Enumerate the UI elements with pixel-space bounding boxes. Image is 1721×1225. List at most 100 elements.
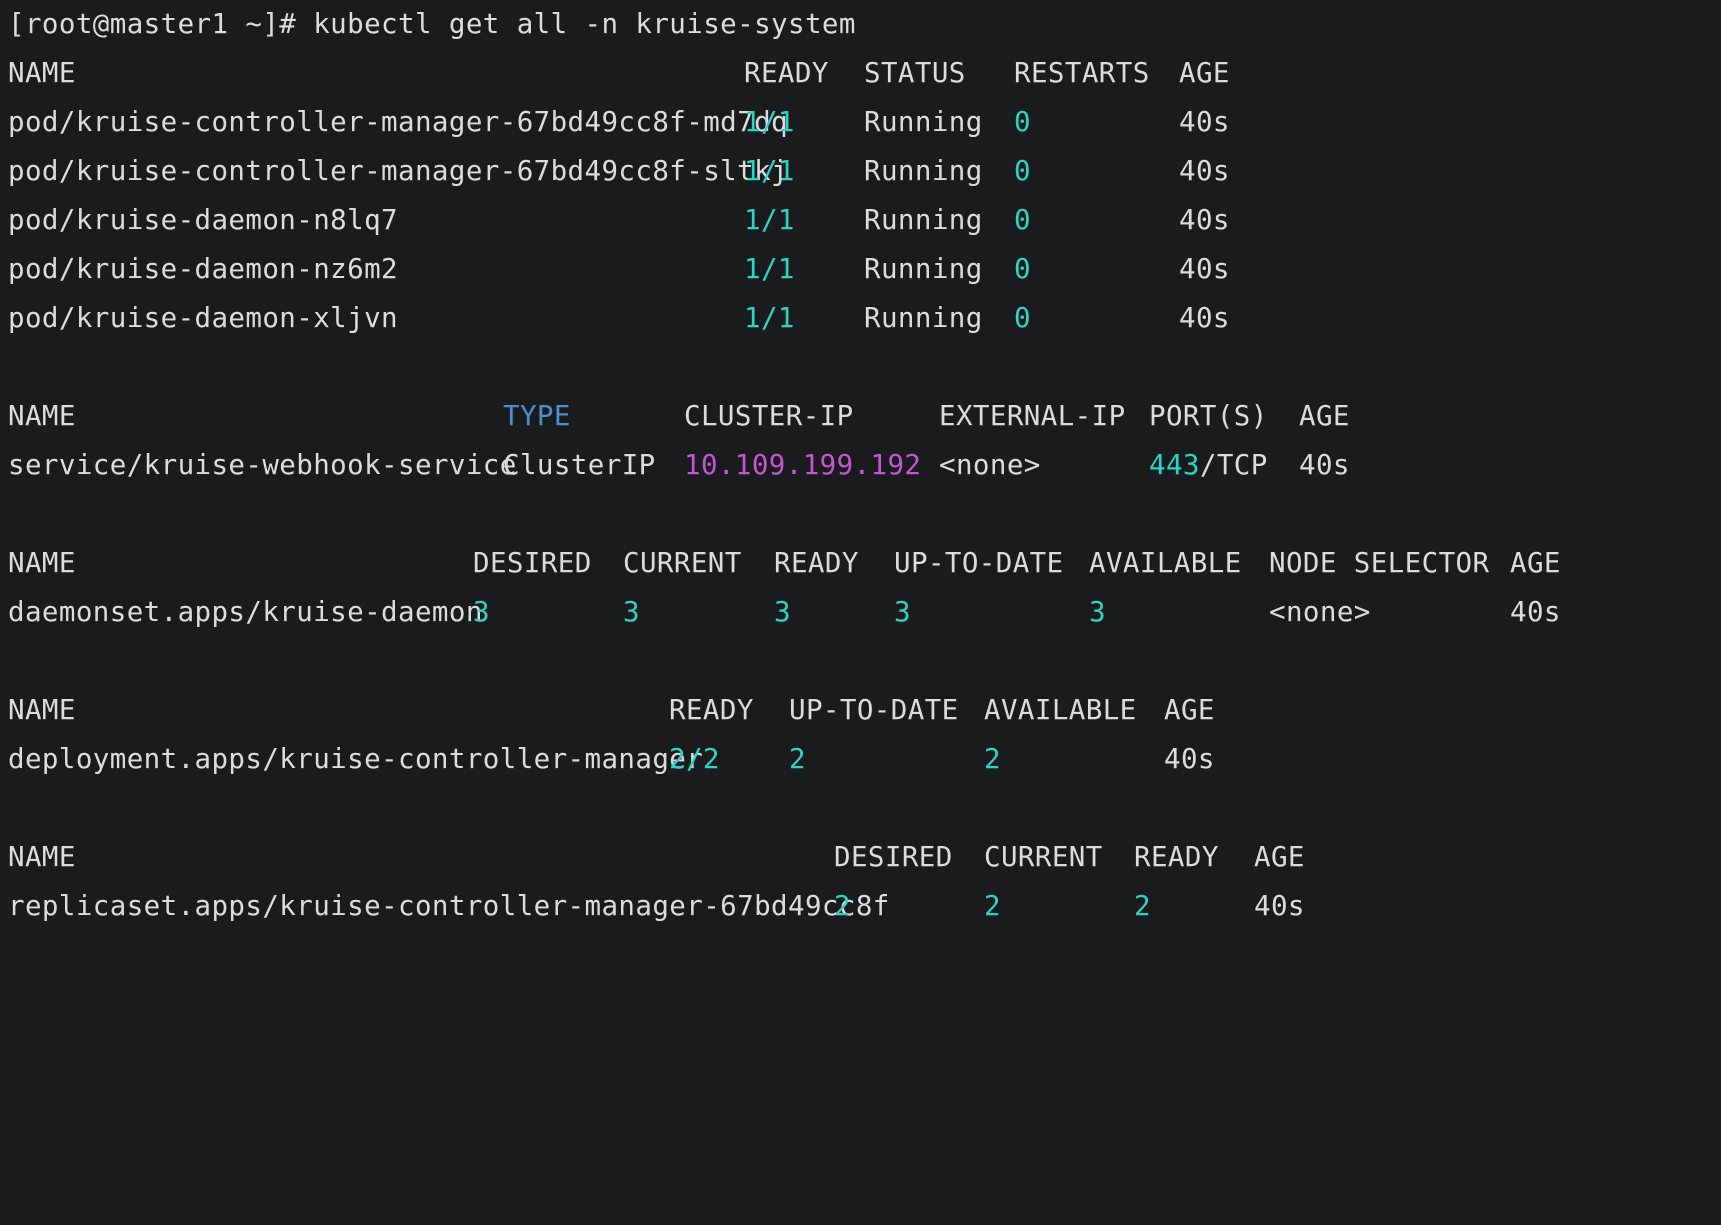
service-type: ClusterIP [503, 449, 656, 481]
deployment-available: 2 [984, 743, 1001, 775]
pod-ready: 1/1 [744, 253, 795, 285]
daemonset-available: 3 [1089, 596, 1106, 628]
deployment-age: 40s [1164, 743, 1215, 775]
services-header-row: NAME TYPE CLUSTER-IP EXTERNAL-IP PORT(S)… [8, 392, 1721, 441]
pods-header-row: NAME READY STATUS RESTARTS AGE [8, 49, 1721, 98]
daemonsets-header-up-to-date: UP-TO-DATE [894, 547, 1064, 579]
deployments-header-name: NAME [8, 694, 76, 726]
pod-row: pod/kruise-controller-manager-67bd49cc8f… [8, 147, 1721, 196]
pod-name: pod/kruise-controller-manager-67bd49cc8f… [8, 106, 788, 138]
pod-status: Running [864, 106, 983, 138]
pod-age: 40s [1179, 155, 1230, 187]
pod-ready: 1/1 [744, 155, 795, 187]
daemonsets-header-current: CURRENT [623, 547, 742, 579]
daemonset-desired: 3 [473, 596, 490, 628]
daemonset-row: daemonset.apps/kruise-daemon 3 3 3 3 3 <… [8, 588, 1721, 637]
pod-ready: 1/1 [744, 302, 795, 334]
pod-ready: 1/1 [744, 106, 795, 138]
service-row: service/kruise-webhook-service ClusterIP… [8, 441, 1721, 490]
deployments-header-available: AVAILABLE [984, 694, 1137, 726]
daemonset-age: 40s [1510, 596, 1561, 628]
terminal-window[interactable]: [root@master1 ~]# kubectl get all -n kru… [0, 0, 1721, 932]
pods-header-ready: READY [744, 57, 829, 89]
replicaset-desired: 2 [834, 890, 851, 922]
pod-restarts: 0 [1014, 253, 1031, 285]
services-header-name: NAME [8, 400, 76, 432]
deployments-header-up-to-date: UP-TO-DATE [789, 694, 959, 726]
pod-row: pod/kruise-controller-manager-67bd49cc8f… [8, 98, 1721, 147]
pod-name: pod/kruise-daemon-nz6m2 [8, 253, 398, 285]
services-header-age: AGE [1299, 400, 1350, 432]
pod-name: pod/kruise-daemon-xljvn [8, 302, 398, 334]
service-name: service/kruise-webhook-service [8, 449, 517, 481]
pod-name: pod/kruise-daemon-n8lq7 [8, 204, 398, 236]
service-external-ip: <none> [939, 449, 1041, 481]
daemonset-name: daemonset.apps/kruise-daemon [8, 596, 483, 628]
replicaset-age: 40s [1254, 890, 1305, 922]
pod-age: 40s [1179, 302, 1230, 334]
replicaset-ready: 2 [1134, 890, 1151, 922]
pod-status: Running [864, 204, 983, 236]
services-header-ports: PORT(S) [1149, 400, 1268, 432]
pods-header-restarts: RESTARTS [1014, 57, 1150, 89]
deployment-ready: 2/2 [669, 743, 720, 775]
daemonset-ready: 3 [774, 596, 791, 628]
daemonsets-header-ready: READY [774, 547, 859, 579]
pod-row: pod/kruise-daemon-n8lq7 1/1 Running 0 40… [8, 196, 1721, 245]
replicasets-header-current: CURRENT [984, 841, 1103, 873]
pods-header-status: STATUS [864, 57, 966, 89]
replicaset-current: 2 [984, 890, 1001, 922]
daemonsets-header-age: AGE [1510, 547, 1561, 579]
deployment-up-to-date: 2 [789, 743, 806, 775]
pods-header-name: NAME [8, 57, 76, 89]
pod-age: 40s [1179, 253, 1230, 285]
pod-ready: 1/1 [744, 204, 795, 236]
daemonset-node-selector: <none> [1269, 596, 1371, 628]
pod-restarts: 0 [1014, 106, 1031, 138]
pod-restarts: 0 [1014, 155, 1031, 187]
services-header-cluster-ip: CLUSTER-IP [684, 400, 854, 432]
deployments-header-ready: READY [669, 694, 754, 726]
replicaset-row: replicaset.apps/kruise-controller-manage… [8, 882, 1721, 931]
services-header-type: TYPE [503, 400, 571, 432]
service-cluster-ip: 10.109.199.192 [684, 449, 922, 481]
pod-name: pod/kruise-controller-manager-67bd49cc8f… [8, 155, 788, 187]
service-port-protocol: /TCP [1199, 449, 1268, 481]
pod-restarts: 0 [1014, 302, 1031, 334]
command-prompt-line: [root@master1 ~]# kubectl get all -n kru… [8, 0, 1721, 49]
command-text: [root@master1 ~]# kubectl get all -n kru… [8, 8, 856, 40]
replicasets-header-row: NAME DESIRED CURRENT READY AGE [8, 833, 1721, 882]
service-age: 40s [1299, 449, 1350, 481]
pod-age: 40s [1179, 204, 1230, 236]
deployments-header-age: AGE [1164, 694, 1215, 726]
service-port-number: 443 [1149, 449, 1200, 481]
service-ports: 443/TCP [1149, 441, 1268, 490]
pod-restarts: 0 [1014, 204, 1031, 236]
pod-age: 40s [1179, 106, 1230, 138]
replicasets-header-name: NAME [8, 841, 76, 873]
daemonsets-header-available: AVAILABLE [1089, 547, 1242, 579]
deployments-header-row: NAME READY UP-TO-DATE AVAILABLE AGE [8, 686, 1721, 735]
pod-status: Running [864, 155, 983, 187]
deployment-row: deployment.apps/kruise-controller-manage… [8, 735, 1721, 784]
replicaset-name: replicaset.apps/kruise-controller-manage… [8, 890, 890, 922]
daemonset-current: 3 [623, 596, 640, 628]
daemonsets-header-row: NAME DESIRED CURRENT READY UP-TO-DATE AV… [8, 539, 1721, 588]
replicasets-header-desired: DESIRED [834, 841, 953, 873]
daemonsets-header-name: NAME [8, 547, 76, 579]
deployment-name: deployment.apps/kruise-controller-manage… [8, 743, 704, 775]
daemonsets-header-node-selector: NODE SELECTOR [1269, 547, 1490, 579]
replicasets-header-ready: READY [1134, 841, 1219, 873]
pods-header-age: AGE [1179, 57, 1230, 89]
pod-row: pod/kruise-daemon-nz6m2 1/1 Running 0 40… [8, 245, 1721, 294]
pod-row: pod/kruise-daemon-xljvn 1/1 Running 0 40… [8, 294, 1721, 343]
services-header-external-ip: EXTERNAL-IP [939, 400, 1126, 432]
replicasets-header-age: AGE [1254, 841, 1305, 873]
daemonsets-header-desired: DESIRED [473, 547, 592, 579]
pod-status: Running [864, 302, 983, 334]
pod-status: Running [864, 253, 983, 285]
